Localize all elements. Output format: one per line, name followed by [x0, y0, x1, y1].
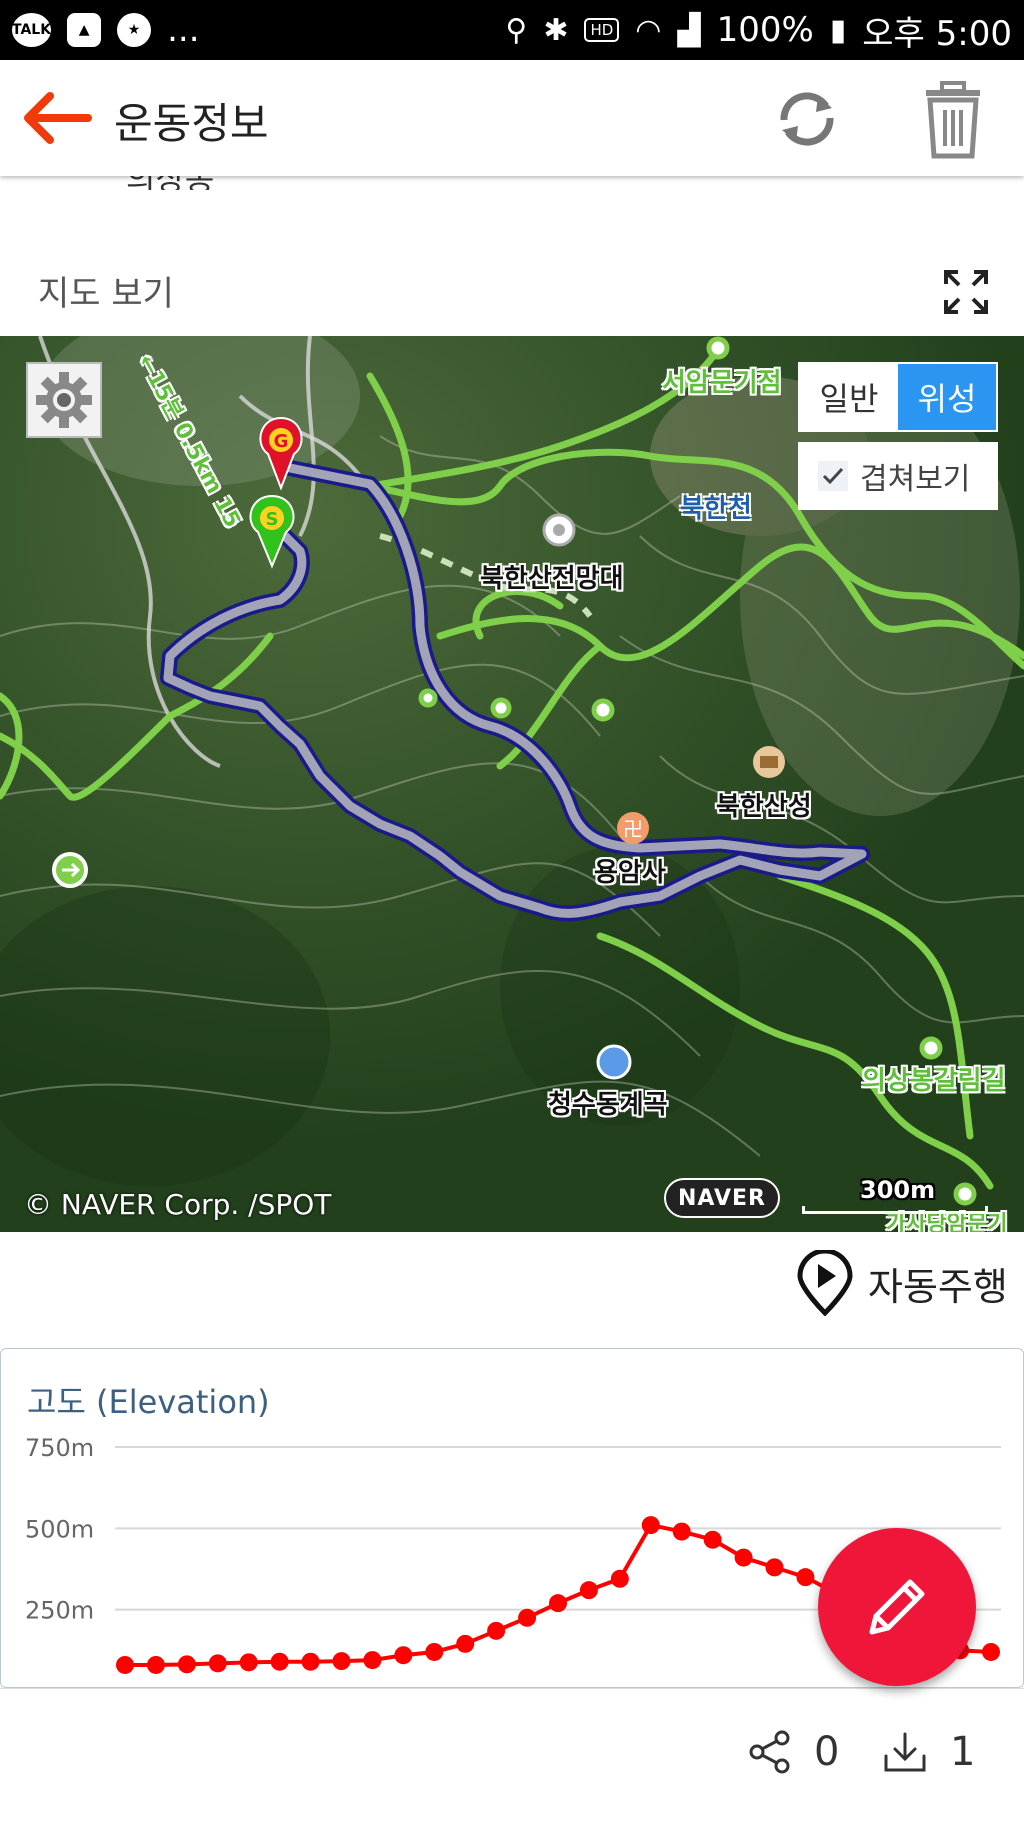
- elevation-point: [301, 1652, 320, 1671]
- bottom-bar: 0 1: [0, 1688, 1024, 1821]
- map-label-bukhancheon: 북한천: [680, 494, 752, 524]
- map-type-toggle: 일반 위성: [798, 362, 998, 432]
- map-label-seoammun: 서암문기점: [662, 368, 782, 398]
- overlay-label: 겹쳐보기: [860, 462, 971, 497]
- elevation-point: [610, 1569, 629, 1588]
- delete-button[interactable]: [918, 80, 988, 160]
- satellite-map[interactable]: 卍 G S ←15분 0.5km 15 서암문기점 북한천 북한산전망대 북한산…: [0, 336, 1024, 1232]
- edit-fab-button[interactable]: [818, 1528, 976, 1686]
- expand-icon: [944, 270, 988, 314]
- elevation-point: [208, 1654, 227, 1673]
- signal-icon: ▟: [677, 12, 701, 48]
- start-marker: S: [266, 509, 279, 530]
- map-copyright: © NAVER Corp. /SPOT: [24, 1188, 332, 1221]
- gear-icon: [36, 372, 92, 428]
- share-count: 0: [814, 1729, 840, 1775]
- share-button[interactable]: 0: [748, 1729, 839, 1775]
- page-title: 운동정보: [114, 99, 269, 148]
- pencil-icon: [869, 1579, 925, 1635]
- elevation-point: [177, 1655, 196, 1674]
- autoplay-button[interactable]: 자동주행: [796, 1248, 1008, 1318]
- svg-text:卍: 卍: [623, 817, 643, 841]
- back-button[interactable]: [18, 88, 92, 148]
- battery-icon: ▮: [829, 12, 847, 48]
- elevation-point: [734, 1548, 753, 1567]
- elevation-point: [518, 1608, 537, 1627]
- talk-notification-icon: TALK: [12, 13, 52, 47]
- map-label-yongamsa: 용암사: [594, 858, 666, 888]
- elevation-point: [116, 1655, 134, 1674]
- elevation-point: [332, 1652, 351, 1671]
- scale-bar: [802, 1206, 988, 1214]
- elevation-point: [641, 1516, 660, 1535]
- elevation-point: [425, 1642, 444, 1661]
- elevation-point: [703, 1530, 722, 1549]
- y-tick-label: 750m: [25, 1434, 94, 1462]
- location-icon: ⚲: [505, 12, 528, 48]
- elevation-point: [456, 1634, 475, 1653]
- y-tick-label: 500m: [25, 1515, 94, 1543]
- elevation-point: [363, 1651, 382, 1670]
- arrow-left-icon: [24, 92, 92, 144]
- elevation-point: [579, 1581, 598, 1600]
- elevation-point: [672, 1522, 691, 1541]
- hd-voice-icon: HD: [584, 18, 620, 42]
- fullscreen-button[interactable]: [942, 268, 990, 316]
- map-view-label: 지도 보기: [38, 274, 174, 314]
- scale-label: 300m: [860, 1176, 936, 1204]
- play-pin-icon: [797, 1250, 853, 1316]
- y-tick-label: 250m: [25, 1597, 94, 1625]
- map-label-fortress: 북한산성: [716, 792, 812, 822]
- naver-logo: NAVER: [664, 1178, 780, 1218]
- map-label-observatory: 북한산전망대: [480, 564, 624, 594]
- download-icon: [884, 1732, 926, 1772]
- download-count: 1: [950, 1729, 976, 1775]
- more-notifications: ...: [167, 10, 200, 50]
- elevation-point: [239, 1653, 258, 1672]
- elevation-point: [270, 1652, 289, 1671]
- map-type-satellite[interactable]: 위성: [898, 364, 996, 430]
- status-bar: TALK ▲ ★ ... ⚲ ✱ HD ◠ ▟ 100% ▮ 오후 5:00: [0, 0, 1024, 60]
- map-label-valley: 청수동계곡: [548, 1090, 668, 1120]
- refresh-button[interactable]: [772, 84, 842, 154]
- elevation-point: [796, 1568, 815, 1587]
- goal-marker: G: [274, 431, 289, 452]
- checkmark-icon: [818, 461, 848, 491]
- elevation-point: [549, 1594, 567, 1613]
- battery-percent: 100%: [716, 10, 814, 50]
- autoplay-label: 자동주행: [868, 1264, 1008, 1309]
- download-button[interactable]: 1: [882, 1729, 975, 1775]
- elevation-point: [394, 1646, 413, 1665]
- map-scale: 300m: [802, 1176, 992, 1218]
- elevation-point: [982, 1642, 1000, 1661]
- elevation-point: [146, 1655, 165, 1674]
- refresh-icon: [780, 92, 834, 146]
- star-notification-icon: ★: [117, 13, 152, 47]
- map-type-normal[interactable]: 일반: [800, 364, 898, 430]
- app-toolbar: 운동정보: [0, 60, 1024, 176]
- status-time: 오후 5:00: [862, 13, 1012, 54]
- share-icon: [749, 1730, 790, 1774]
- trash-icon: [926, 81, 980, 159]
- elevation-point: [487, 1621, 506, 1640]
- wifi-icon: ◠: [635, 12, 662, 48]
- map-settings-button[interactable]: [26, 362, 102, 438]
- overlay-checkbox[interactable]: 겹쳐보기: [798, 442, 998, 510]
- elevation-point: [765, 1558, 784, 1577]
- map-label-uisang-trail: 의상봉갈림길: [862, 1066, 1006, 1096]
- gallery-notification-icon: ▲: [67, 13, 102, 47]
- bluetooth-icon: ✱: [543, 12, 569, 48]
